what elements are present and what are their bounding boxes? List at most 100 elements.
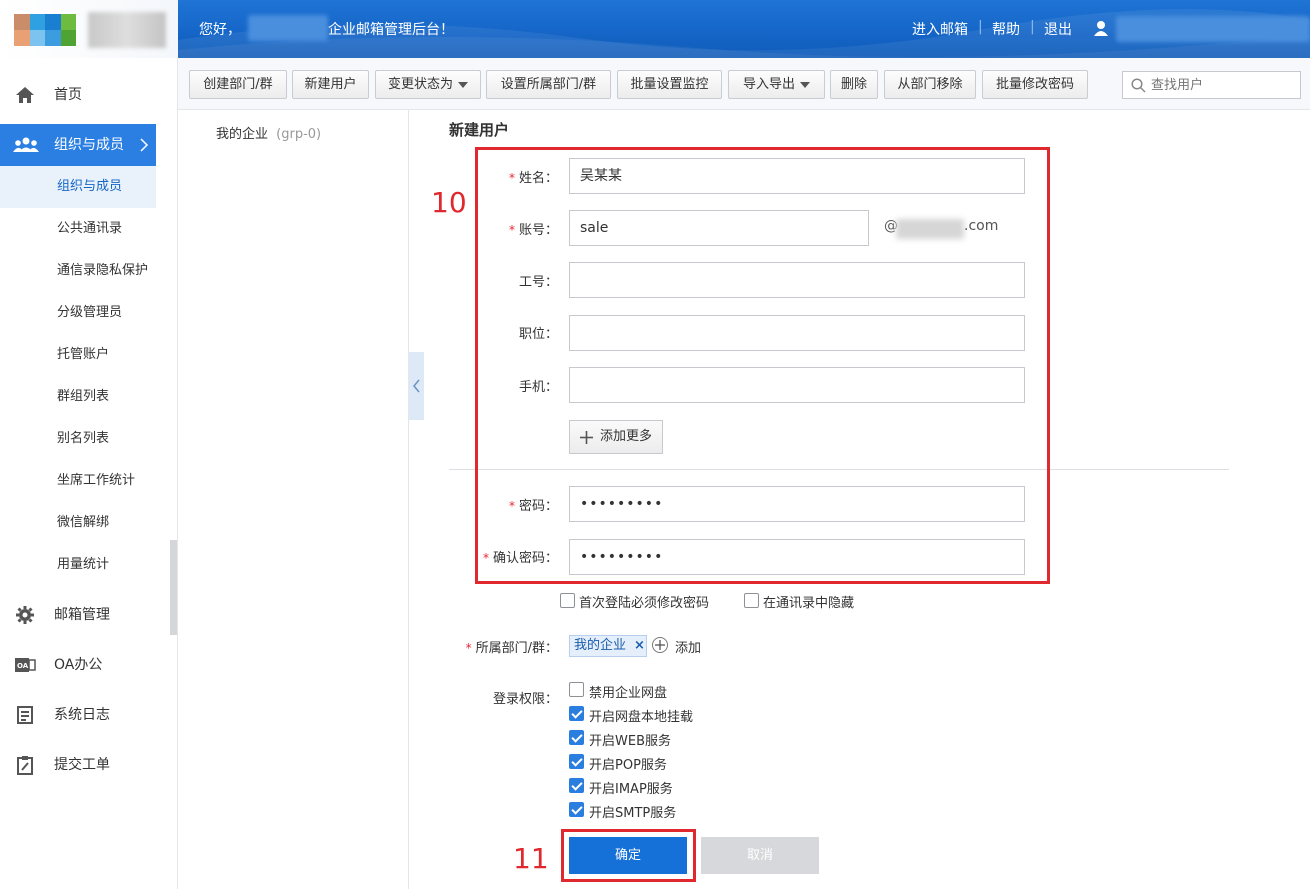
blurred-company — [248, 15, 328, 41]
annotation-box-10 — [475, 147, 1050, 584]
confirm-button[interactable]: 确定 — [569, 837, 687, 874]
user-icon — [1094, 21, 1108, 36]
form-title: 新建用户 — [449, 121, 510, 139]
enter-mailbox-link[interactable]: 进入邮箱 — [912, 19, 968, 39]
batch-monitor-button[interactable]: 批量设置监控 — [617, 70, 722, 99]
change-status-button[interactable]: 变更状态为 — [375, 70, 481, 99]
logout-link[interactable]: 退出 — [1044, 19, 1072, 39]
import-export-button[interactable]: 导入导出 — [728, 70, 825, 99]
collapse-panel-toggle[interactable] — [409, 352, 424, 420]
users-icon — [13, 137, 39, 152]
company-logo — [0, 0, 178, 58]
oa-icon: OA — [15, 658, 36, 672]
dept-tag: 我的企业 × — [569, 635, 647, 657]
chevron-right-icon — [140, 138, 149, 152]
home-icon — [16, 87, 34, 103]
dropdown-caret-icon — [458, 81, 468, 88]
ticket-icon — [17, 756, 33, 775]
search-box[interactable] — [1122, 71, 1301, 99]
delete-button[interactable]: 删除 — [830, 70, 878, 99]
set-dept-button[interactable]: 设置所属部门/群 — [486, 70, 611, 99]
sidebar-scrollbar[interactable] — [170, 540, 177, 635]
subitem-public-contacts[interactable]: 公共通讯录 — [0, 208, 156, 250]
netdisk-mount-label: 开启网盘本地挂载 — [589, 710, 694, 725]
sidebar-item-mailbox[interactable]: 邮箱管理 — [0, 594, 178, 636]
subitem-members[interactable]: 组织与成员 — [0, 166, 156, 208]
web-service-label: 开启WEB服务 — [589, 734, 671, 749]
greeting-text: 企业邮箱管理后台！ — [328, 22, 454, 38]
sidebar-item-label: 系统日志 — [54, 707, 110, 723]
sidebar-item-label: 邮箱管理 — [54, 607, 110, 623]
subitem-wechat-unbind[interactable]: 微信解绑 — [0, 502, 156, 544]
hide-in-contacts-checkbox[interactable] — [744, 593, 759, 608]
blurred-username — [1116, 16, 1310, 42]
disable-netdisk-label: 禁用企业网盘 — [589, 686, 668, 701]
blurred-company-name — [88, 12, 166, 48]
smtp-service-label: 开启SMTP服务 — [589, 806, 677, 821]
create-dept-button[interactable]: 创建部门/群 — [189, 70, 287, 99]
toolbar: 创建部门/群 新建用户 变更状态为 设置所属部门/群 批量设置监控 导入导出 删… — [178, 58, 1310, 110]
pop-service-checkbox[interactable] — [569, 754, 584, 769]
login-permission-label: 登录权限： — [492, 692, 558, 707]
subitem-hosted-accounts[interactable]: 托管账户 — [0, 334, 156, 376]
subitem-usage-stats[interactable]: 用量统计 — [0, 544, 156, 586]
remove-tag-icon[interactable]: × — [634, 636, 645, 656]
subitem-sub-admin[interactable]: 分级管理员 — [0, 292, 156, 334]
sidebar-item-label: 首页 — [54, 87, 82, 103]
tree-root-label: 我的企业 — [216, 127, 269, 142]
sidebar-item-syslog[interactable]: 系统日志 — [0, 694, 178, 736]
logo-mosaic-icon — [14, 14, 76, 46]
new-user-button[interactable]: 新建用户 — [292, 70, 369, 99]
annotation-number-11: 11 — [513, 842, 549, 875]
sidebar-item-ticket[interactable]: 提交工单 — [0, 744, 178, 786]
header-divider: | — [1030, 19, 1035, 35]
subitem-alias-list[interactable]: 别名列表 — [0, 418, 156, 460]
greeting-prefix: 您好， — [199, 22, 241, 38]
first-login-change-password-checkbox[interactable] — [560, 593, 575, 608]
required-mark: * — [465, 641, 472, 655]
search-input[interactable] — [1151, 75, 1296, 95]
sidebar-item-members[interactable]: 组织与成员 — [0, 124, 156, 166]
pop-service-label: 开启POP服务 — [589, 758, 667, 773]
tree-root-item[interactable]: 我的企业 (grp-0) — [216, 123, 321, 142]
import-export-label: 导入导出 — [742, 77, 795, 92]
sidebar-item-label: 提交工单 — [54, 757, 110, 773]
dropdown-caret-icon — [800, 81, 810, 88]
sidebar-item-label: OA办公 — [54, 657, 103, 673]
plus-icon — [655, 640, 665, 650]
imap-service-label: 开启IMAP服务 — [589, 782, 673, 797]
batch-change-password-button[interactable]: 批量修改密码 — [982, 70, 1088, 99]
netdisk-mount-checkbox[interactable] — [569, 706, 584, 721]
sidebar-item-home[interactable]: 首页 — [0, 74, 178, 116]
add-dept-icon[interactable] — [652, 637, 668, 653]
search-icon — [1131, 78, 1146, 93]
top-header: 您好， 企业邮箱管理后台！ 进入邮箱 | 帮助 | 退出 — [178, 0, 1310, 58]
header-divider: | — [978, 19, 983, 35]
subitem-contacts-privacy[interactable]: 通信录隐私保护 — [0, 250, 156, 292]
first-login-change-password-label: 首次登陆必须修改密码 — [579, 596, 710, 611]
help-link[interactable]: 帮助 — [992, 19, 1020, 39]
annotation-number-10: 10 — [431, 186, 467, 219]
add-dept-link[interactable]: 添加 — [675, 637, 701, 656]
sidebar: 首页 组织与成员 组织与成员 公共通讯录 通信录隐私保护 分级管理员 托管账户 … — [0, 0, 178, 889]
hide-in-contacts-label: 在通讯录中隐藏 — [763, 596, 855, 611]
tree-root-id: (grp-0) — [276, 127, 322, 142]
smtp-service-checkbox[interactable] — [569, 802, 584, 817]
sidebar-item-label: 组织与成员 — [54, 137, 124, 153]
remove-from-dept-button[interactable]: 从部门移除 — [884, 70, 976, 99]
change-status-label: 变更状态为 — [387, 77, 453, 92]
dept-label-text: 所属部门/群： — [475, 641, 558, 656]
dept-tree-panel: 我的企业 (grp-0) — [178, 110, 409, 889]
chevron-left-icon — [413, 379, 420, 393]
cancel-button[interactable]: 取消 — [701, 837, 819, 874]
imap-service-checkbox[interactable] — [569, 778, 584, 793]
dept-tag-label: 我的企业 — [574, 638, 627, 653]
subitem-agent-stats[interactable]: 坐席工作统计 — [0, 460, 156, 502]
subitem-group-list[interactable]: 群组列表 — [0, 376, 156, 418]
web-service-checkbox[interactable] — [569, 730, 584, 745]
disable-netdisk-checkbox[interactable] — [569, 682, 584, 697]
sidebar-item-oa[interactable]: OA OA办公 — [0, 644, 178, 686]
dept-label: * 所属部门/群： — [450, 637, 558, 656]
gear-icon — [16, 606, 34, 624]
svg-text:OA: OA — [17, 662, 29, 670]
